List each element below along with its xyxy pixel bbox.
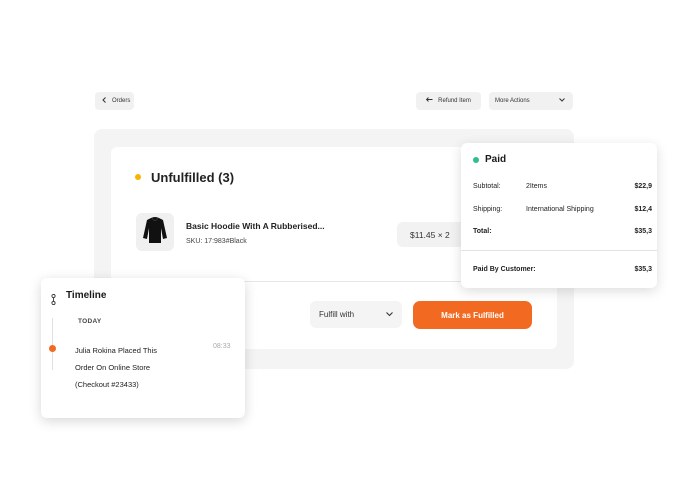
product-sku: SKU: 17:983#Black (186, 238, 247, 245)
timeline-heading: Timeline (66, 290, 107, 301)
timeline-card: Timeline TODAY Julia Rokina Placed This … (41, 278, 245, 418)
shipping-label: Shipping: (473, 206, 503, 213)
unfulfilled-status-dot (135, 174, 141, 180)
more-actions-dropdown[interactable]: More Actions (489, 92, 573, 110)
paid-status-dot (473, 157, 479, 163)
shipping-value: $12,4 (634, 206, 652, 213)
fulfill-with-select[interactable]: Fulfill with (310, 301, 402, 328)
product-name[interactable]: Basic Hoodie With A Rubberised... (186, 221, 325, 231)
chevron-down-icon (559, 98, 565, 104)
paid-by-value: $35,3 (634, 266, 652, 273)
chevron-down-icon (386, 310, 393, 319)
subtotal-items: 2Items (526, 183, 548, 190)
total-value: $35,3 (634, 228, 652, 235)
mark-as-fulfilled-button[interactable]: Mark as Fulfilled (413, 301, 532, 329)
unfulfilled-heading: Unfulfilled (3) (151, 170, 235, 185)
timeline-line (52, 318, 53, 370)
refund-icon (426, 97, 433, 105)
product-thumbnail[interactable] (136, 213, 174, 251)
fulfill-with-label: Fulfill with (319, 310, 355, 319)
paid-by-label: Paid By Customer: (473, 266, 536, 273)
hoodie-icon (142, 216, 168, 249)
back-label: Orders (112, 98, 131, 104)
more-actions-label: More Actions (495, 98, 530, 104)
timeline-event-time: 08:33 (213, 343, 231, 350)
payment-divider (461, 250, 657, 251)
timeline-event-text: Julia Rokina Placed This Order On Online… (75, 346, 157, 389)
timeline-day-label: TODAY (78, 318, 102, 325)
subtotal-label: Subtotal: (473, 183, 501, 190)
refund-item-button[interactable]: Refund Item (416, 92, 481, 110)
refund-label: Refund Item (438, 98, 471, 104)
payment-summary-card: Paid Subtotal: 2Items $22,9 Shipping: In… (461, 143, 657, 288)
back-to-orders-button[interactable]: Orders (95, 92, 134, 110)
subtotal-value: $22,9 (634, 183, 652, 190)
total-label: Total: (473, 228, 492, 235)
timeline-icon (51, 292, 56, 310)
chevron-left-icon (102, 97, 107, 105)
paid-heading: Paid (485, 154, 507, 165)
timeline-event-dot (49, 345, 56, 352)
shipping-method: International Shipping (526, 206, 594, 213)
